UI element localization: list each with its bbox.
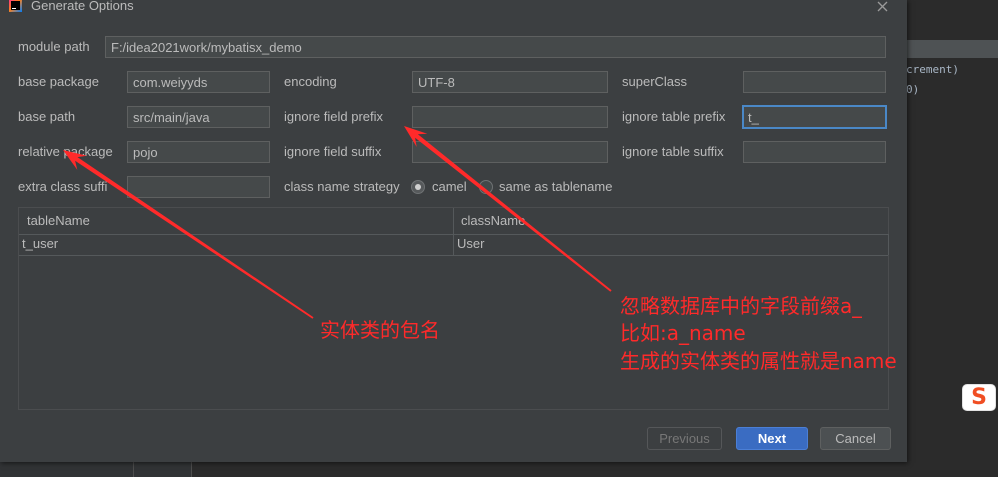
annotation-ignore-prefix-line-2: 比如:a_name xyxy=(620,321,746,345)
editor-code-line: crement) xyxy=(906,63,959,76)
table-column-divider xyxy=(453,208,454,255)
base-path-input[interactable] xyxy=(127,106,270,128)
class-name-strategy-label: class name strategy xyxy=(284,179,400,194)
table-cell[interactable]: User xyxy=(457,236,484,252)
cancel-button[interactable]: Cancel xyxy=(820,427,891,450)
ignore-table-prefix-input[interactable] xyxy=(742,105,887,129)
super-class-label: superClass xyxy=(622,74,688,89)
base-package-label: base package xyxy=(18,74,99,89)
table-header-cell[interactable]: className xyxy=(461,213,525,229)
encoding-label: encoding xyxy=(284,74,337,89)
extra-class-suffix-label: extra class suffi xyxy=(18,179,108,194)
annotation-ignore-prefix-line-1: 忽略数据库中的字段前缀a_ xyxy=(620,294,863,318)
annotation-relative-package-note: 实体类的包名 xyxy=(320,318,440,342)
ide-project-panel xyxy=(0,462,133,477)
generate-options-dialog: Generate Options module path base packag… xyxy=(0,0,907,462)
ignore-field-suffix-input[interactable] xyxy=(412,141,608,163)
ignore-table-prefix-label: ignore table prefix xyxy=(622,109,726,124)
editor-code-line: 0) xyxy=(906,83,920,96)
module-path-input[interactable] xyxy=(105,36,886,58)
relative-package-label: relative package xyxy=(18,144,113,159)
annotation-ignore-prefix-line-3: 生成的实体类的属性就是name xyxy=(620,349,897,373)
ignore-table-suffix-input[interactable] xyxy=(743,141,886,163)
module-path-label: module path xyxy=(18,39,90,54)
extra-class-suffix-input[interactable] xyxy=(127,176,270,198)
base-path-label: base path xyxy=(18,109,76,124)
radio-button-icon[interactable] xyxy=(479,180,493,194)
dialog-title: Generate Options xyxy=(31,0,134,13)
encoding-input[interactable] xyxy=(412,71,608,93)
ide-editor-gutter xyxy=(134,462,191,477)
editor-current-line xyxy=(907,40,998,58)
ignore-field-prefix-input[interactable] xyxy=(412,106,608,128)
previous-button[interactable]: Previous xyxy=(647,427,722,450)
radio-camel[interactable]: camel xyxy=(411,179,469,195)
super-class-input[interactable] xyxy=(743,71,886,93)
ignore-field-prefix-label: ignore field prefix xyxy=(284,109,383,124)
table-header-cell[interactable]: tableName xyxy=(27,213,90,229)
intellij-idea-icon xyxy=(9,0,22,12)
ignore-field-suffix-label: ignore field suffix xyxy=(284,144,382,159)
radio-camel-label: camel xyxy=(432,179,467,194)
radio-button-icon[interactable] xyxy=(411,180,425,194)
radio-same-as-tablename[interactable]: same as tablename xyxy=(479,179,615,195)
close-icon[interactable] xyxy=(877,0,888,12)
table-row-border xyxy=(888,234,889,255)
next-button[interactable]: Next xyxy=(736,427,808,450)
table-cell[interactable]: t_user xyxy=(22,236,58,252)
ide-gutter-divider xyxy=(191,462,192,477)
sogou-ime-icon[interactable]: S xyxy=(962,384,996,411)
relative-package-input[interactable] xyxy=(127,141,270,163)
ignore-table-suffix-label: ignore table suffix xyxy=(622,144,724,159)
base-package-input[interactable] xyxy=(127,71,270,93)
radio-same-as-tablename-label: same as tablename xyxy=(499,179,613,194)
table-row-divider xyxy=(19,255,888,256)
